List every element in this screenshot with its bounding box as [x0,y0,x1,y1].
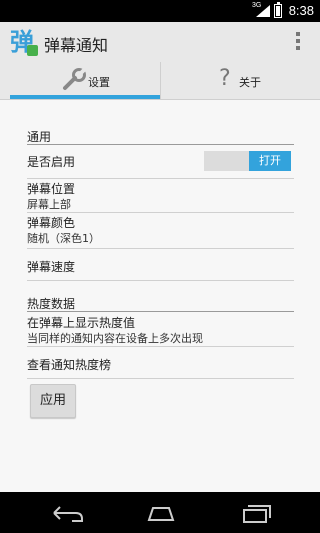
heat-ranking-pref-title[interactable]: 查看通知热度榜 [27,356,111,373]
section-general-header: 通用 [27,130,52,144]
settings-content: 通用 是否启用 打开 弹幕位置 屏幕上部 弹幕颜色 随机（深色1） 弹幕速度 热… [0,100,320,492]
signal-icon [256,5,270,17]
pref-divider [27,378,294,379]
show-heat-pref-title[interactable]: 在弹幕上显示热度值 [27,314,135,331]
section-divider [27,144,294,145]
question-icon: ? [219,66,231,91]
overflow-menu-icon[interactable] [296,32,300,52]
speed-pref-title[interactable]: 弹幕速度 [27,258,75,275]
navigation-bar [0,492,320,533]
pref-divider [27,280,294,281]
apply-button[interactable]: 应用 [30,384,76,418]
enable-pref-title: 是否启用 [27,155,76,169]
pref-divider [27,178,294,179]
tab-settings-label: 设置 [88,76,110,89]
wrench-icon [63,68,87,90]
recents-icon[interactable] [234,502,274,524]
tab-about[interactable]: ? 关于 [160,62,320,100]
pref-divider [27,212,294,213]
color-pref-title[interactable]: 弹幕颜色 [27,214,75,231]
app-title: 弹幕通知 [44,36,109,55]
tab-about-label: 关于 [239,76,261,89]
section-heat-header: 热度数据 [27,297,76,311]
position-pref-title[interactable]: 弹幕位置 [27,180,75,197]
section-divider [27,311,294,312]
action-bar: 弹 弹幕通知 [0,22,320,62]
position-pref-value: 屏幕上部 [27,198,71,211]
app-icon[interactable]: 弹 [10,28,38,56]
status-bar: 3G 8:38 [0,0,320,22]
pref-divider [27,346,294,347]
clock: 8:38 [288,3,314,18]
color-pref-value: 随机（深色1） [27,232,100,245]
pref-divider [27,248,294,249]
battery-icon [274,2,282,18]
enable-toggle[interactable]: 打开 [204,151,291,171]
back-icon[interactable] [48,502,88,524]
enable-toggle-on: 打开 [249,151,291,171]
app-icon-badge [27,45,38,56]
show-heat-pref-summary: 当同样的通知内容在设备上多次出现 [27,332,203,345]
tab-selected-indicator [10,95,160,99]
tab-bar: 设置 ? 关于 [0,62,320,100]
home-icon[interactable] [141,502,181,524]
